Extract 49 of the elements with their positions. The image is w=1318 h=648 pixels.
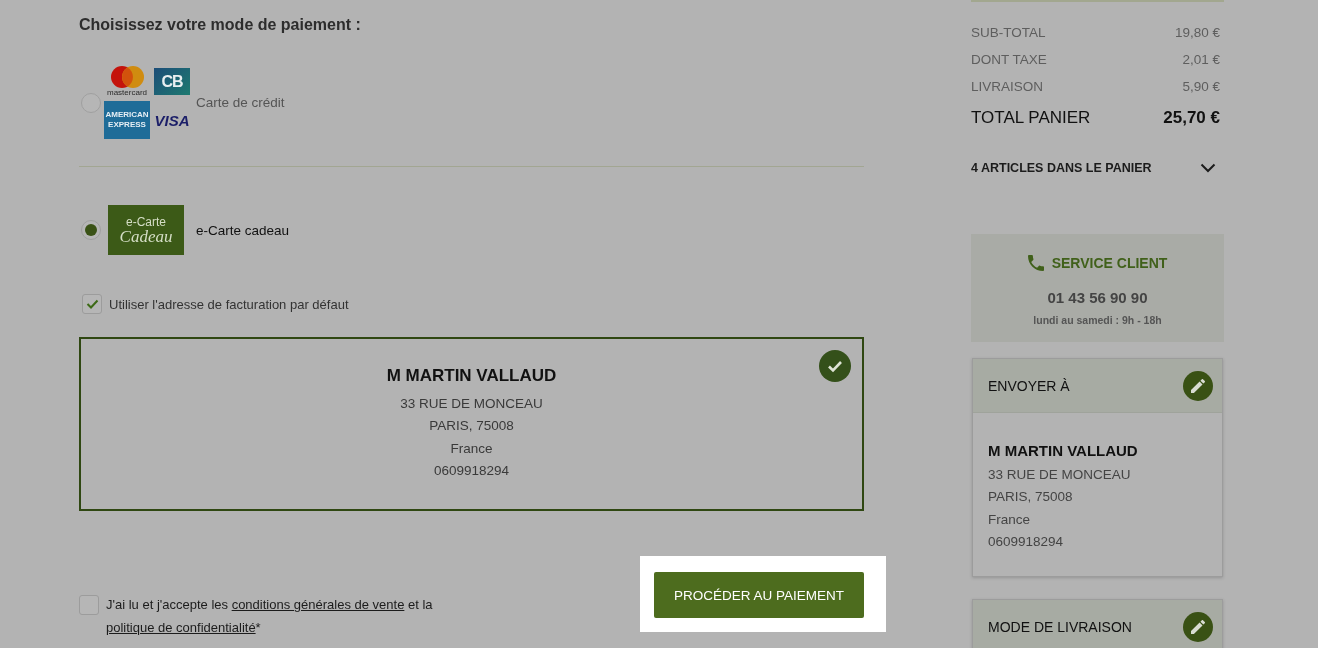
payment-method-label[interactable]: Carte de crédit — [196, 95, 285, 110]
card-logo: mastercard — [104, 66, 150, 97]
address-card[interactable]: M MARTIN VALLAUD 33 RUE DE MONCEAU PARIS, 75008 France 0609918294 — [79, 337, 864, 512]
checkbox[interactable] — [82, 294, 102, 314]
check-circle-icon — [819, 350, 851, 382]
radio-button[interactable] — [81, 220, 101, 240]
address-line: France — [449, 439, 494, 458]
summary-value: 5,90 € — [1182, 78, 1220, 96]
phone-number: 01 43 56 90 90 — [1046, 288, 1149, 308]
edit-button[interactable] — [1183, 370, 1213, 401]
service-title: SERVICE CLIENT — [1051, 255, 1168, 271]
summary-label: SUB-TOTAL — [971, 24, 1046, 42]
address-line: 0609918294 — [988, 532, 1065, 551]
address-line: PARIS, 75008 — [428, 417, 515, 436]
address-name: M MARTIN VALLAUD — [386, 365, 557, 387]
pencil-icon — [1191, 378, 1205, 393]
address-line: PARIS, 75008 — [988, 488, 1074, 507]
address-line: France — [988, 510, 1032, 529]
summary-value: 19,80 € — [1174, 24, 1220, 42]
summary-label: LIVRAISON — [971, 78, 1044, 96]
logo-text: e-Carte — [126, 215, 166, 228]
panel-title: ENVOYER À — [988, 377, 1070, 394]
card-logo: VISA — [154, 110, 190, 131]
opening-hours: lundi au samedi : 9h - 18h — [1032, 313, 1163, 328]
payment-method-label[interactable]: e-Carte cadeau — [196, 222, 290, 238]
check-icon — [85, 299, 99, 309]
pencil-icon — [1191, 619, 1205, 634]
card-logo: AMERICAN EXPRESS — [104, 101, 150, 139]
summary-label: DONT TAXE — [971, 51, 1047, 69]
terms-link[interactable]: politique de confidentialité — [106, 620, 256, 636]
edit-button[interactable] — [1183, 611, 1213, 642]
pay-button[interactable]: PROCÉDER AU PAIEMENT — [654, 572, 864, 619]
terms-text: J'ai lu et j'accepte les conditions générales de vente et la politique de confidentialité* — [106, 596, 434, 638]
terms-link[interactable]: conditions générales de vente — [231, 597, 405, 613]
address-line: 33 RUE DE MONCEAU — [399, 395, 544, 413]
checkbox-label[interactable]: Utiliser l'adresse de facturation par défaut — [109, 296, 349, 312]
address-name: M MARTIN VALLAUD — [988, 441, 1139, 461]
card-logo: CB — [154, 68, 190, 95]
logo-text: Cadeau — [119, 227, 173, 245]
section-heading: Choisissez votre mode de paiement : — [79, 15, 362, 35]
panel-title: MODE DE LIVRAISON — [988, 618, 1132, 635]
cart-toggle[interactable]: 4 ARTICLES DANS LE PANIER — [971, 158, 1224, 178]
total-value: 25,70 € — [1163, 107, 1220, 129]
phone-icon — [1027, 255, 1044, 271]
summary-value: 2,01 € — [1182, 51, 1220, 69]
checkbox[interactable] — [79, 595, 99, 616]
address-line: 33 RUE DE MONCEAU — [988, 466, 1132, 484]
address-line: 0609918294 — [432, 461, 511, 480]
total-label: TOTAL PANIER — [971, 107, 1091, 129]
